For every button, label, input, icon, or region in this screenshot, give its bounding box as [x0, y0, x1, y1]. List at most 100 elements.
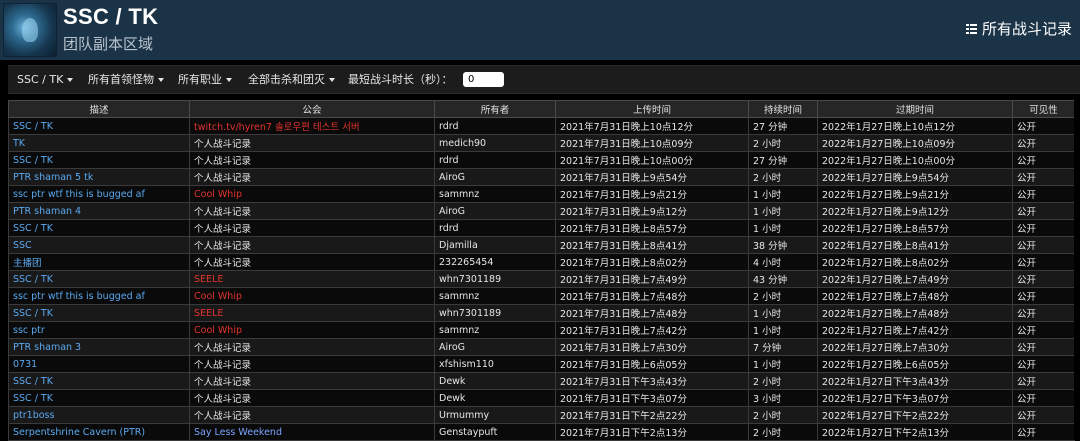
- guild-cell[interactable]: Cool Whip: [189, 287, 435, 305]
- expiry-time-cell: 2022年1月27日下午2点13分: [817, 423, 1013, 441]
- table-row[interactable]: SSC 个人战斗记录 Djamilla 2021年7月31日晚上8点41分 38 分钟 2…: [8, 236, 1075, 254]
- table-row[interactable]: SSC / TK 个人战斗记录 Dewk 2021年7月31日下午3点43分 2 小时 2…: [8, 372, 1075, 390]
- column-header[interactable]: 公会: [189, 100, 435, 118]
- table-row[interactable]: SSC / TK 个人战斗记录 rdrd 2021年7月31日晚上10点00分 27 分…: [8, 151, 1075, 169]
- guild-cell[interactable]: twitch.tv/hyren7 솔로우편 테스트 서버: [189, 117, 435, 135]
- table-row[interactable]: 主播团 个人战斗记录 232265454 2021年7月31日晚上8点02分 4 小时 2…: [8, 253, 1075, 271]
- class-filter-label: 所有职业: [178, 73, 222, 86]
- report-description-link[interactable]: 主播团: [8, 253, 190, 271]
- kill-filter-label: 全部击杀和团灭: [248, 73, 325, 86]
- owner-cell: xfshism110: [434, 355, 556, 373]
- table-row[interactable]: Serpentshrine Cavern (PTR) Say Less Weeke…: [8, 423, 1075, 441]
- guild-cell[interactable]: SEELE: [189, 304, 435, 322]
- report-description-link[interactable]: SSC / TK: [8, 117, 190, 135]
- expiry-time-cell: 2022年1月27日晚上8点41分: [817, 236, 1013, 254]
- table-row[interactable]: SSC / TK 个人战斗记录 Dewk 2021年7月31日下午3点07分 3 小时 2…: [8, 389, 1075, 407]
- report-description-link[interactable]: SSC / TK: [8, 219, 190, 237]
- table-row[interactable]: TK 个人战斗记录 medich90 2021年7月31日晚上10点09分 2 小时 20…: [8, 134, 1075, 152]
- report-description-link[interactable]: ssc ptr wtf this is bugged af: [8, 185, 190, 203]
- guild-cell[interactable]: 个人战斗记录: [189, 253, 435, 271]
- guild-cell[interactable]: 个人战斗记录: [189, 355, 435, 373]
- guild-cell[interactable]: 个人战斗记录: [189, 372, 435, 390]
- report-description-link[interactable]: PTR shaman 3: [8, 338, 190, 356]
- guild-cell[interactable]: 个人战斗记录: [189, 406, 435, 424]
- visibility-cell: 公开: [1012, 168, 1075, 186]
- column-header[interactable]: 过期时间: [817, 100, 1013, 118]
- table-row[interactable]: ssc ptr Cool Whip sammnz 2021年7月31日晚上7点42分 1…: [8, 321, 1075, 339]
- table-row[interactable]: PTR shaman 5 tk 个人战斗记录 AiroG 2021年7月31日晚上9点…: [8, 168, 1075, 186]
- zone-header: SSC / TK 团队副本区域 所有战斗记录: [0, 0, 1080, 60]
- report-description-link[interactable]: ssc ptr wtf this is bugged af: [8, 287, 190, 305]
- report-description-link[interactable]: SSC / TK: [8, 304, 190, 322]
- min-duration-label: 最短战斗时长（秒）：: [348, 73, 453, 86]
- guild-cell[interactable]: SEELE: [189, 270, 435, 288]
- class-filter-dropdown[interactable]: 所有职业: [178, 66, 232, 93]
- upload-time-cell: 2021年7月31日晚上10点12分: [555, 117, 749, 135]
- column-header[interactable]: 可见性: [1012, 100, 1075, 118]
- column-header[interactable]: 描述: [8, 100, 190, 118]
- owner-cell: Dewk: [434, 372, 556, 390]
- boss-filter-dropdown[interactable]: 所有首领怪物: [88, 66, 164, 93]
- duration-cell: 1 小时: [748, 202, 818, 220]
- table-row[interactable]: SSC / TK twitch.tv/hyren7 솔로우편 테스트 서버 rdrd…: [8, 117, 1075, 135]
- min-duration-input[interactable]: [463, 72, 504, 87]
- visibility-cell: 公开: [1012, 287, 1075, 305]
- duration-cell: 1 小时: [748, 219, 818, 237]
- table-row[interactable]: SSC / TK 个人战斗记录 rdrd 2021年7月31日晚上8点57分 1 小时 2…: [8, 219, 1075, 237]
- zone-filter-dropdown[interactable]: SSC / TK: [17, 66, 74, 93]
- guild-cell[interactable]: 个人战斗记录: [189, 389, 435, 407]
- expiry-time-cell: 2022年1月27日晚上8点02分: [817, 253, 1013, 271]
- expiry-time-cell: 2022年1月27日晚上9点54分: [817, 168, 1013, 186]
- report-description-link[interactable]: SSC: [8, 236, 190, 254]
- report-description-link[interactable]: TK: [8, 134, 190, 152]
- guild-cell[interactable]: 个人战斗记录: [189, 236, 435, 254]
- all-records-link[interactable]: 所有战斗记录: [965, 18, 1072, 39]
- scrollbar[interactable]: [1074, 100, 1080, 440]
- report-description-link[interactable]: SSC / TK: [8, 151, 190, 169]
- table-row[interactable]: SSC / TK SEELE whn7301189 2021年7月31日晚上7点49分…: [8, 270, 1075, 288]
- report-description-link[interactable]: SSC / TK: [8, 270, 190, 288]
- guild-cell[interactable]: Cool Whip: [189, 321, 435, 339]
- visibility-cell: 公开: [1012, 406, 1075, 424]
- guild-cell[interactable]: Say Less Weekend: [189, 423, 435, 441]
- duration-cell: 27 分钟: [748, 151, 818, 169]
- table-row[interactable]: SSC / TK SEELE whn7301189 2021年7月31日晚上7点48分…: [8, 304, 1075, 322]
- guild-cell[interactable]: 个人战斗记录: [189, 168, 435, 186]
- table-row[interactable]: PTR shaman 4 个人战斗记录 AiroG 2021年7月31日晚上9点12分…: [8, 202, 1075, 220]
- expiry-time-cell: 2022年1月27日下午3点43分: [817, 372, 1013, 390]
- table-row[interactable]: 0731 个人战斗记录 xfshism110 2021年7月31日晚上6点05分 1 小…: [8, 355, 1075, 373]
- upload-time-cell: 2021年7月31日晚上9点21分: [555, 185, 749, 203]
- expiry-time-cell: 2022年1月27日晚上6点05分: [817, 355, 1013, 373]
- guild-cell[interactable]: Cool Whip: [189, 185, 435, 203]
- report-description-link[interactable]: PTR shaman 5 tk: [8, 168, 190, 186]
- table-row[interactable]: PTR shaman 3 个人战斗记录 AiroG 2021年7月31日晚上7点30分…: [8, 338, 1075, 356]
- report-description-link[interactable]: 0731: [8, 355, 190, 373]
- duration-cell: 7 分钟: [748, 338, 818, 356]
- column-header[interactable]: 上传时间: [555, 100, 749, 118]
- duration-cell: 1 小时: [748, 321, 818, 339]
- guild-cell[interactable]: 个人战斗记录: [189, 134, 435, 152]
- table-row[interactable]: ssc ptr wtf this is bugged af Cool Whip sa…: [8, 185, 1075, 203]
- column-header[interactable]: 持续时间: [748, 100, 818, 118]
- expiry-time-cell: 2022年1月27日晚上7点48分: [817, 304, 1013, 322]
- upload-time-cell: 2021年7月31日晚上8点41分: [555, 236, 749, 254]
- owner-cell: rdrd: [434, 219, 556, 237]
- guild-cell[interactable]: 个人战斗记录: [189, 151, 435, 169]
- table-row[interactable]: ptr1boss 个人战斗记录 Urmummy 2021年7月31日下午2点22分 2 …: [8, 406, 1075, 424]
- report-description-link[interactable]: ptr1boss: [8, 406, 190, 424]
- kill-filter-dropdown[interactable]: 全部击杀和团灭: [248, 66, 335, 93]
- report-description-link[interactable]: ssc ptr: [8, 321, 190, 339]
- upload-time-cell: 2021年7月31日晚上9点12分: [555, 202, 749, 220]
- report-description-link[interactable]: PTR shaman 4: [8, 202, 190, 220]
- column-header[interactable]: 所有者: [434, 100, 556, 118]
- report-description-link[interactable]: SSC / TK: [8, 389, 190, 407]
- expiry-time-cell: 2022年1月27日晚上10点12分: [817, 117, 1013, 135]
- report-description-link[interactable]: Serpentshrine Cavern (PTR): [8, 423, 190, 441]
- report-description-link[interactable]: SSC / TK: [8, 372, 190, 390]
- table-row[interactable]: ssc ptr wtf this is bugged af Cool Whip sa…: [8, 287, 1075, 305]
- guild-cell[interactable]: 个人战斗记录: [189, 338, 435, 356]
- guild-cell[interactable]: 个人战斗记录: [189, 202, 435, 220]
- owner-cell: sammnz: [434, 287, 556, 305]
- owner-cell: Urmummy: [434, 406, 556, 424]
- guild-cell[interactable]: 个人战斗记录: [189, 219, 435, 237]
